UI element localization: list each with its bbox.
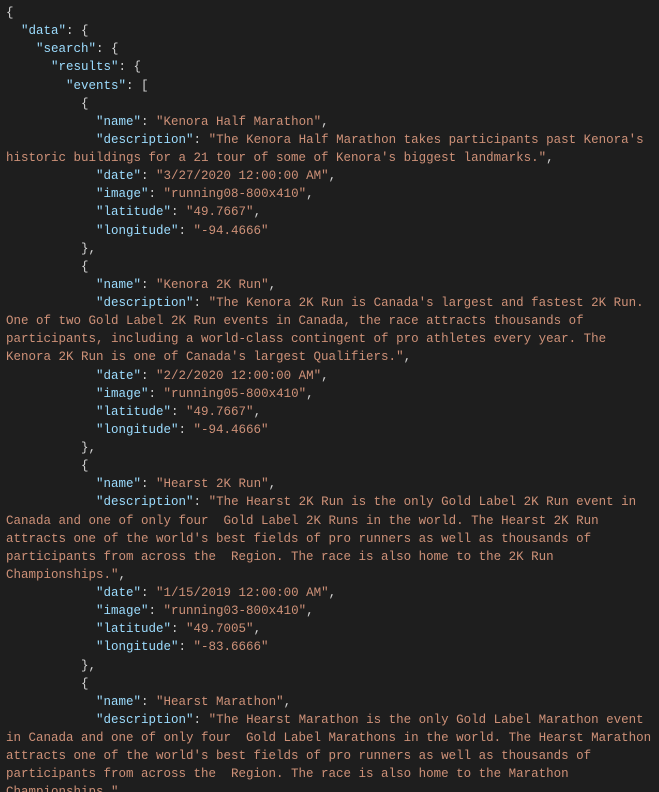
json-viewer: { "data": { "search": { "results": { "ev…: [0, 0, 659, 792]
